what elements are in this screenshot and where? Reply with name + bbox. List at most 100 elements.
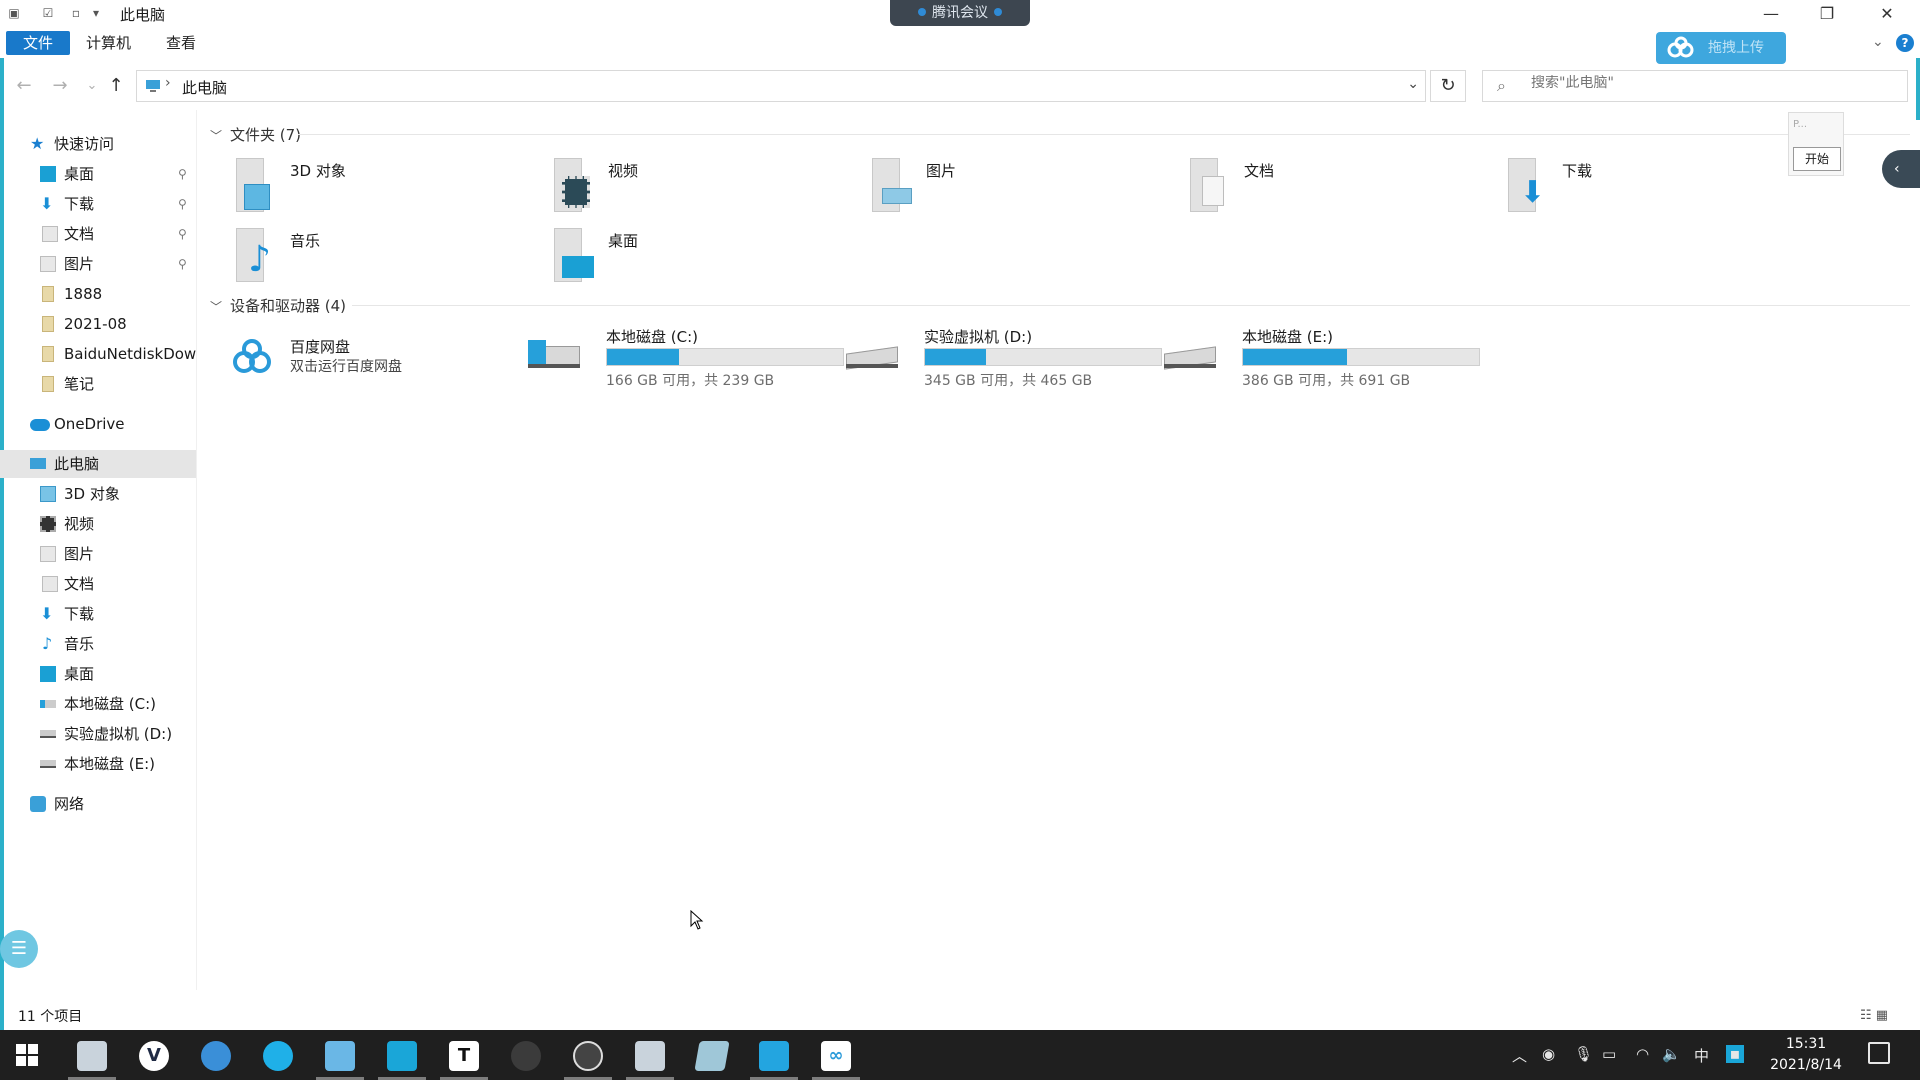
sidebar-item-videos[interactable]: 视频 xyxy=(0,510,196,538)
ime-indicator[interactable]: 中 xyxy=(1694,1045,1709,1066)
drive-tile-d[interactable]: 实验虚拟机 (D:) 345 GB 可用，共 465 GB xyxy=(838,326,1162,389)
help-icon[interactable]: ? xyxy=(1896,34,1914,52)
view-mode-icons[interactable]: ☷ ▦ xyxy=(1860,1008,1888,1023)
tab-view[interactable]: 查看 xyxy=(152,31,210,55)
folder-name: 音乐 xyxy=(290,232,321,250)
collapse-chevron-icon[interactable]: ﹀ xyxy=(210,127,222,144)
drive-name: 本地磁盘 (E:) xyxy=(1242,328,1334,346)
new-folder-icon[interactable]: ▫ xyxy=(68,5,84,21)
address-bar[interactable]: › 此电脑 ⌄ xyxy=(136,70,1426,102)
taskbar-app-explorer-tool[interactable] xyxy=(64,1035,120,1080)
sidebar-item-documents[interactable]: 文档 ⚲ xyxy=(0,220,196,248)
sidebar-item-downloads[interactable]: ⬇ 下载 ⚲ xyxy=(0,190,196,218)
start-button[interactable]: 开始 xyxy=(1793,147,1841,171)
close-button[interactable]: ✕ xyxy=(1864,0,1910,28)
folder-tile-pictures[interactable]: 图片 xyxy=(846,154,1146,220)
minimize-button[interactable]: — xyxy=(1748,0,1794,28)
tab-computer[interactable]: 计算机 xyxy=(72,31,145,55)
taskbar-app-v[interactable]: V xyxy=(126,1035,182,1077)
sidebar-item-2021-08[interactable]: 2021-08 xyxy=(0,310,196,338)
folder-tile-desktop[interactable]: 桌面 xyxy=(528,224,828,290)
devices-group-header[interactable]: ﹀ 设备和驱动器 (4) xyxy=(210,295,346,316)
taskbar-app-typora[interactable]: T xyxy=(436,1035,492,1080)
search-box[interactable]: ⌕ xyxy=(1482,70,1908,102)
sidebar-item-1888[interactable]: 1888 xyxy=(0,280,196,308)
quick-access-dropdown-icon[interactable]: ▾ xyxy=(88,5,104,21)
taskbar-app-baidu[interactable]: ∞ xyxy=(808,1035,864,1080)
system-clock[interactable]: 15:31 2021/8/14 xyxy=(1760,1034,1852,1076)
sidebar-item-pc-desktop[interactable]: 桌面 xyxy=(0,660,196,688)
wifi-icon[interactable]: ◠ xyxy=(1636,1045,1649,1063)
tray-overflow-chevron-icon[interactable]: ︿ xyxy=(1512,1045,1527,1066)
folders-group-header[interactable]: ﹀ 文件夹 (7) xyxy=(210,124,301,145)
forward-arrow-icon[interactable]: → xyxy=(48,74,72,98)
large-icons-view-icon[interactable]: ▦ xyxy=(1876,1008,1888,1023)
drive-tile-e[interactable]: 本地磁盘 (E:) 386 GB 可用，共 691 GB xyxy=(1156,326,1480,389)
drive-tile-c[interactable]: 本地磁盘 (C:) 166 GB 可用，共 239 GB xyxy=(520,326,844,389)
taskbar-app-steam[interactable] xyxy=(498,1035,554,1077)
tray-blue-app-icon[interactable]: ◼ xyxy=(1726,1045,1744,1063)
pane-divider[interactable] xyxy=(196,110,197,990)
windows-start-icon[interactable] xyxy=(16,1044,38,1066)
cube-icon xyxy=(230,158,276,216)
folder-tile-videos[interactable]: 视频 xyxy=(528,154,828,220)
breadcrumb-this-pc[interactable]: 此电脑 xyxy=(182,77,227,98)
sidebar-item-baidunetdisk[interactable]: BaiduNetdiskDow xyxy=(0,340,196,368)
address-dropdown-chevron-icon[interactable]: ⌄ xyxy=(1407,76,1419,92)
sidebar-item-drive-c[interactable]: 本地磁盘 (C:) xyxy=(0,690,196,718)
meeting-indicator[interactable]: 腾讯会议 xyxy=(890,0,1030,26)
taskbar-app-notes[interactable] xyxy=(684,1035,740,1077)
breadcrumb-separator[interactable]: › xyxy=(165,75,171,91)
side-collapse-tab[interactable]: ‹ xyxy=(1882,150,1920,188)
folder-tile-documents[interactable]: 文档 xyxy=(1164,154,1464,220)
sidebar-item-3d-objects[interactable]: 3D 对象 xyxy=(0,480,196,508)
sidebar-item-pc-pictures[interactable]: 图片 xyxy=(0,540,196,568)
computer-small-icon[interactable]: ▣ xyxy=(6,5,22,21)
collapse-chevron-icon[interactable]: ﹀ xyxy=(210,298,222,315)
taskbar-app-browser[interactable] xyxy=(188,1035,244,1077)
taskbar-app-tool-2[interactable] xyxy=(622,1035,678,1080)
baidu-name: 百度网盘 xyxy=(290,338,351,356)
sidebar-item-pc-documents[interactable]: 文档 xyxy=(0,570,196,598)
microphone-icon[interactable]: 🎙 xyxy=(1574,1045,1593,1063)
folder-tile-downloads[interactable]: ⬇ 下载 xyxy=(1482,154,1782,220)
folder-tile-music[interactable]: ♪ 音乐 xyxy=(210,224,510,290)
taskbar-app-wechat[interactable] xyxy=(250,1035,306,1077)
properties-check-icon[interactable]: ☑ xyxy=(40,5,56,21)
baidu-upload-button[interactable]: 拖拽上传 xyxy=(1656,32,1786,64)
sidebar-item-notes[interactable]: 笔记 xyxy=(0,370,196,398)
sidebar-item-desktop[interactable]: 桌面 ⚲ xyxy=(0,160,196,188)
sidebar-item-onedrive[interactable]: OneDrive xyxy=(0,410,196,438)
volume-icon[interactable]: 🔈 xyxy=(1662,1045,1681,1063)
sidebar-item-drive-e[interactable]: 本地磁盘 (E:) xyxy=(0,750,196,778)
taskbar-app-meeting[interactable] xyxy=(746,1035,802,1080)
notes-icon xyxy=(694,1041,730,1071)
ribbon-expand-chevron-icon[interactable]: ⌄ xyxy=(1872,34,1884,50)
notification-center-icon[interactable] xyxy=(1868,1042,1890,1064)
sidebar-item-pc-downloads[interactable]: ⬇ 下载 xyxy=(0,600,196,628)
sidebar-item-this-pc[interactable]: 此电脑 xyxy=(0,450,196,478)
sidebar-item-music[interactable]: ♪ 音乐 xyxy=(0,630,196,658)
sidebar-item-network[interactable]: 网络 xyxy=(0,790,196,818)
battery-icon[interactable]: ▭ xyxy=(1602,1045,1616,1063)
taskbar-app-remote[interactable] xyxy=(374,1035,430,1080)
taskbar-app-netease[interactable] xyxy=(560,1035,616,1080)
tab-file[interactable]: 文件 xyxy=(6,31,70,55)
refresh-button[interactable]: ↻ xyxy=(1430,70,1466,102)
baidu-netdisk-tile[interactable]: 百度网盘 双击运行百度网盘 xyxy=(210,330,510,390)
sidebar-item-quick-access[interactable]: ★ 快速访问 xyxy=(0,130,196,158)
restore-button[interactable]: ❐ xyxy=(1804,0,1850,28)
sidebar-item-pictures[interactable]: 图片 ⚲ xyxy=(0,250,196,278)
search-input[interactable] xyxy=(1531,75,1891,91)
pin-icon: ⚲ xyxy=(178,167,187,181)
back-arrow-icon[interactable]: ← xyxy=(12,74,36,98)
taskbar-app-file-explorer[interactable] xyxy=(312,1035,368,1080)
floating-menu-icon[interactable]: ☰ xyxy=(0,930,38,968)
tray-app-icon[interactable]: ◉ xyxy=(1542,1045,1555,1063)
browser-icon xyxy=(201,1041,231,1071)
details-view-icon[interactable]: ☷ xyxy=(1860,1008,1872,1023)
folder-tile-3d-objects[interactable]: 3D 对象 xyxy=(210,154,510,220)
up-arrow-icon[interactable]: ↑ xyxy=(104,74,128,98)
recent-locations-chevron-icon[interactable]: ⌄ xyxy=(80,74,104,98)
sidebar-item-drive-d[interactable]: 实验虚拟机 (D:) xyxy=(0,720,196,748)
